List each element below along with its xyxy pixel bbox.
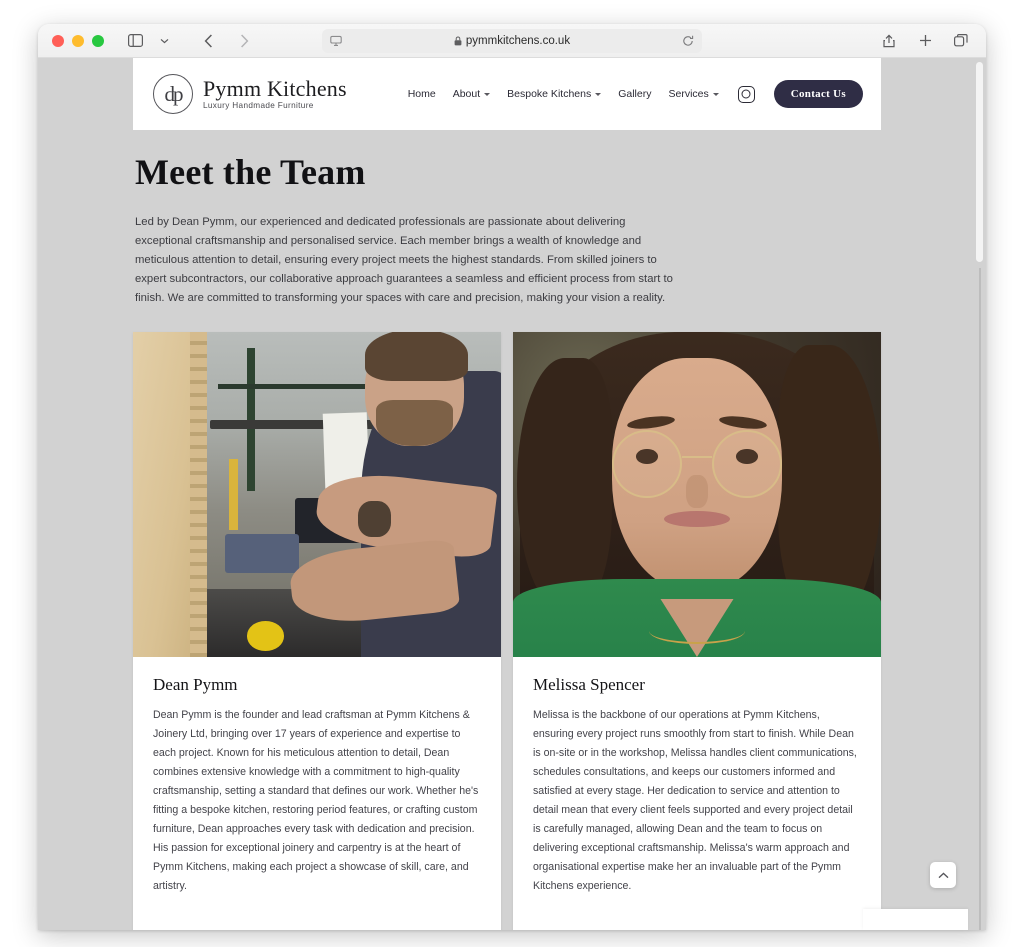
safari-browser-window: pymmkitchens.co.uk dp Pymm Kitchens Luxu… bbox=[38, 24, 986, 930]
page-scrollbar-thumb[interactable] bbox=[976, 62, 983, 262]
page-navigation-controls[interactable] bbox=[195, 29, 257, 53]
nav-item-about[interactable]: About bbox=[452, 88, 491, 100]
team-member-name: Melissa Spencer bbox=[533, 675, 645, 694]
site-header: dp Pymm Kitchens Luxury Handmade Furnitu… bbox=[133, 58, 881, 130]
team-member-bio: Melissa is the backbone of our operation… bbox=[533, 709, 857, 892]
reload-icon[interactable] bbox=[682, 35, 694, 47]
tab-overview-icon[interactable] bbox=[948, 29, 974, 53]
bottom-banner-strip[interactable] bbox=[863, 909, 968, 930]
nav-label: Services bbox=[668, 88, 709, 100]
page-title: Meet the Team bbox=[135, 152, 366, 192]
maximize-window-button[interactable] bbox=[92, 34, 104, 47]
nav-label: Bespoke Kitchens bbox=[507, 88, 592, 100]
sidebar-controls[interactable] bbox=[122, 29, 177, 53]
intro-paragraph: Led by Dean Pymm, our experienced and de… bbox=[135, 216, 673, 304]
brand-tagline: Luxury Handmade Furniture bbox=[203, 101, 314, 111]
team-card-body: Melissa Spencer Melissa is the backbone … bbox=[513, 657, 881, 896]
team-card: Dean Pymm Dean Pymm is the founder and l… bbox=[133, 332, 501, 930]
page-scrollbar-rail bbox=[978, 268, 981, 930]
chevron-down-icon bbox=[484, 93, 491, 96]
team-card-body: Dean Pymm Dean Pymm is the founder and l… bbox=[133, 657, 501, 896]
reader-view-icon[interactable] bbox=[330, 35, 342, 47]
main-navigation: Home About Bespoke Kitchens Gallery Serv… bbox=[408, 80, 863, 108]
toolbar-right-actions[interactable] bbox=[876, 29, 974, 53]
team-member-name: Dean Pymm bbox=[153, 675, 238, 694]
nav-label: About bbox=[452, 88, 481, 100]
site-logo[interactable]: dp Pymm Kitchens Luxury Handmade Furnitu… bbox=[153, 74, 347, 114]
nav-label: Home bbox=[407, 88, 436, 100]
contact-us-button[interactable]: Contact Us bbox=[773, 80, 863, 108]
page-viewport: dp Pymm Kitchens Luxury Handmade Furnitu… bbox=[38, 58, 986, 930]
lock-icon bbox=[454, 36, 462, 46]
monogram-icon: dp bbox=[153, 74, 193, 114]
nav-item-services[interactable]: Services bbox=[668, 88, 719, 100]
chevron-down-icon bbox=[712, 93, 719, 96]
nav-item-gallery[interactable]: Gallery bbox=[618, 88, 651, 100]
nav-item-home[interactable]: Home bbox=[408, 88, 436, 100]
dean-pymm-workshop-photo bbox=[133, 332, 501, 657]
brand-name: Pymm Kitchens bbox=[203, 76, 347, 102]
minimize-window-button[interactable] bbox=[72, 34, 84, 47]
chevron-down-icon bbox=[595, 93, 602, 96]
chevron-down-icon[interactable] bbox=[151, 29, 177, 53]
melissa-spencer-portrait-photo bbox=[513, 332, 881, 657]
nav-label: Gallery bbox=[618, 88, 652, 100]
plus-icon[interactable] bbox=[912, 29, 938, 53]
monogram-text: dp bbox=[164, 81, 184, 106]
team-grid: Dean Pymm Dean Pymm is the founder and l… bbox=[133, 332, 881, 930]
sidebar-icon[interactable] bbox=[122, 29, 148, 53]
brand-text-block: Pymm Kitchens Luxury Handmade Furniture bbox=[203, 77, 347, 111]
scroll-to-top-button[interactable] bbox=[930, 862, 956, 888]
site-page-container: dp Pymm Kitchens Luxury Handmade Furnitu… bbox=[133, 58, 881, 930]
instagram-icon[interactable] bbox=[737, 85, 755, 103]
chevron-up-icon bbox=[938, 866, 949, 884]
team-member-bio: Dean Pymm is the founder and lead crafts… bbox=[153, 709, 479, 892]
desktop-background: pymmkitchens.co.uk dp Pymm Kitchens Luxu… bbox=[0, 0, 1024, 947]
address-bar[interactable]: pymmkitchens.co.uk bbox=[322, 29, 702, 53]
share-icon[interactable] bbox=[876, 29, 902, 53]
back-chevron-icon[interactable] bbox=[195, 29, 221, 53]
url-text: pymmkitchens.co.uk bbox=[465, 35, 571, 47]
address-bar-content[interactable]: pymmkitchens.co.uk bbox=[342, 35, 682, 47]
window-traffic-lights[interactable] bbox=[52, 34, 104, 47]
team-card: Melissa Spencer Melissa is the backbone … bbox=[513, 332, 881, 930]
nav-item-bespoke-kitchens[interactable]: Bespoke Kitchens bbox=[507, 88, 602, 100]
browser-toolbar: pymmkitchens.co.uk bbox=[38, 24, 986, 58]
forward-chevron-icon[interactable] bbox=[231, 29, 257, 53]
close-window-button[interactable] bbox=[52, 34, 64, 47]
